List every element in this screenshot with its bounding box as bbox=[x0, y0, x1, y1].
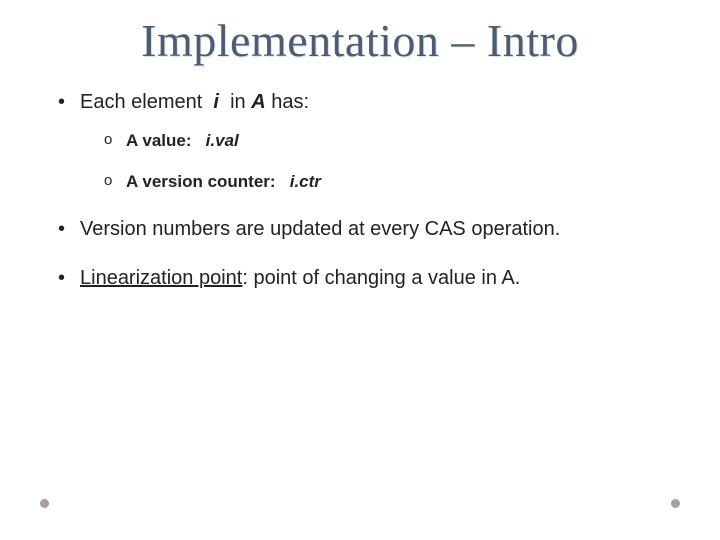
slide-title: Implementation – Intro bbox=[40, 14, 680, 67]
text-segment: A value: bbox=[126, 131, 206, 150]
text-segment: in bbox=[219, 91, 251, 113]
decorative-dot-icon bbox=[671, 499, 680, 508]
bullet-linearization-point: Linearization point: point of changing a… bbox=[58, 265, 680, 292]
sub-bullet-version-counter: A version counter: i.ctr bbox=[104, 171, 680, 194]
text-segment: Version numbers are updated at every CAS… bbox=[80, 218, 560, 240]
bullet-version-numbers: Version numbers are updated at every CAS… bbox=[58, 216, 680, 243]
sub-bullet-list: A value: i.val A version counter: i.ctr bbox=[80, 130, 680, 194]
text-segment: Each element bbox=[80, 91, 213, 113]
text-segment: has: bbox=[266, 91, 309, 113]
var-i-val: i.val bbox=[206, 131, 239, 150]
bullet-each-element: Each element i in A has: A value: i.val … bbox=[58, 89, 680, 194]
bullet-list: Each element i in A has: A value: i.val … bbox=[40, 89, 680, 292]
sub-bullet-value: A value: i.val bbox=[104, 130, 680, 153]
slide: Implementation – Intro Each element i in… bbox=[0, 0, 720, 540]
term-linearization-point: Linearization point bbox=[80, 267, 242, 289]
text-segment: : point of changing a value in A. bbox=[242, 267, 520, 289]
var-A: A bbox=[251, 91, 265, 113]
var-i-ctr: i.ctr bbox=[290, 172, 321, 191]
decorative-dot-icon bbox=[40, 499, 49, 508]
text-segment: A version counter: bbox=[126, 172, 290, 191]
